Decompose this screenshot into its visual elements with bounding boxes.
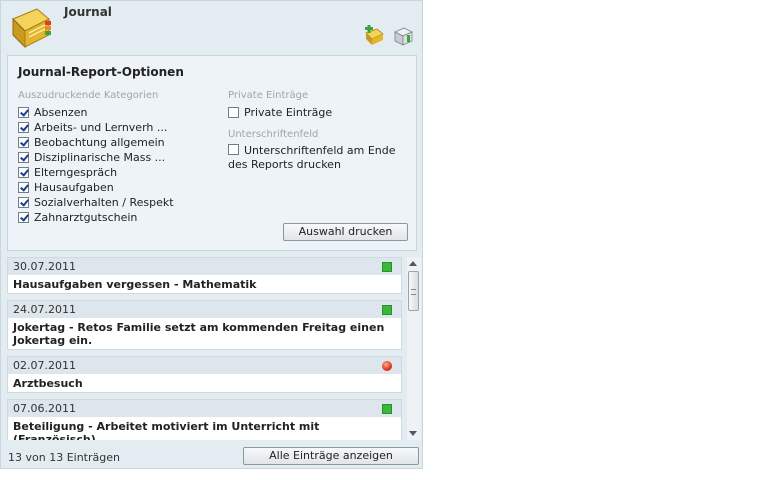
checkbox[interactable] xyxy=(18,136,29,148)
list-scrollbar[interactable] xyxy=(407,257,421,440)
checkbox-label: Zahnarztgutschein xyxy=(34,210,138,224)
scroll-down-icon[interactable] xyxy=(409,431,417,436)
list-item[interactable]: 24.07.2011 Jokertag - Retos Familie setz… xyxy=(7,300,402,350)
print-selection-button[interactable]: Auswahl drucken xyxy=(283,223,408,241)
checkbox[interactable] xyxy=(18,166,29,178)
checkbox[interactable] xyxy=(18,121,29,133)
checkbox[interactable] xyxy=(228,106,239,118)
status-red-icon xyxy=(382,361,392,371)
entry-date-row: 07.06.2011 xyxy=(8,400,401,417)
list-item[interactable]: 02.07.2011 Arztbesuch xyxy=(7,356,402,393)
entry-count: 13 von 13 Einträgen xyxy=(8,451,120,464)
checkbox-label: Elterngespräch xyxy=(34,165,118,179)
report-options-box: Journal-Report-Optionen Auszudruckende K… xyxy=(7,55,417,251)
category-checkbox-arbeits[interactable]: Arbeits- und Lernverh ... xyxy=(18,120,167,134)
category-checkbox-absenzen[interactable]: Absenzen xyxy=(18,105,88,119)
entry-text: Beteiligung - Arbeitet motiviert im Unte… xyxy=(13,420,320,440)
list-item[interactable]: 07.06.2011 Beteiligung - Arbeitet motivi… xyxy=(7,399,402,440)
entry-date: 02.07.2011 xyxy=(13,359,76,372)
print-icon[interactable] xyxy=(392,25,414,47)
panel-title: Journal xyxy=(64,5,112,19)
journal-panel: Journal Journal-Report-Optionen Auszudru… xyxy=(0,0,423,469)
entry-date: 30.07.2011 xyxy=(13,260,76,273)
entry-text: Jokertag - Retos Familie setzt am kommen… xyxy=(13,321,385,347)
entry-date-row: 30.07.2011 xyxy=(8,258,401,275)
scroll-thumb[interactable] xyxy=(408,271,419,311)
options-heading: Journal-Report-Optionen xyxy=(18,65,184,79)
checkbox[interactable] xyxy=(18,211,29,223)
journal-entry-list: 30.07.2011 Hausaufgaben vergessen - Math… xyxy=(7,257,403,440)
checkbox-label: Hausaufgaben xyxy=(34,180,114,194)
checkbox-label: Arbeits- und Lernverh ... xyxy=(34,120,168,134)
checkbox[interactable] xyxy=(18,181,29,193)
scroll-up-icon[interactable] xyxy=(409,261,417,266)
categories-label: Auszudruckende Kategorien xyxy=(18,90,159,101)
entry-date-row: 24.07.2011 xyxy=(8,301,401,318)
checkbox-label: Beobachtung allgemein xyxy=(34,135,165,149)
entry-text: Arztbesuch xyxy=(13,377,83,390)
checkbox-label: Private Einträge xyxy=(244,105,333,119)
status-green-icon xyxy=(382,305,392,315)
add-entry-icon[interactable] xyxy=(363,25,385,47)
list-item[interactable]: 30.07.2011 Hausaufgaben vergessen - Math… xyxy=(7,257,402,294)
signature-field-checkbox-label: Unterschriftenfeld am Ende des Reports d… xyxy=(228,144,396,171)
category-checkbox-beobachtung[interactable]: Beobachtung allgemein xyxy=(18,135,165,149)
journal-book-icon xyxy=(12,8,51,49)
checkbox-label: Sozialverhalten / Respekt xyxy=(34,195,174,209)
checkbox-label: Disziplinarische Mass ... xyxy=(34,150,166,164)
entry-date-row: 02.07.2011 xyxy=(8,357,401,374)
status-green-icon xyxy=(382,404,392,414)
category-checkbox-zahnarzt[interactable]: Zahnarztgutschein xyxy=(18,210,137,224)
entry-text: Hausaufgaben vergessen - Mathematik xyxy=(13,278,257,291)
category-checkbox-disziplinarische[interactable]: Disziplinarische Mass ... xyxy=(18,150,165,164)
status-green-icon xyxy=(382,262,392,272)
checkbox-label: Absenzen xyxy=(34,105,88,119)
category-checkbox-sozialverhalten[interactable]: Sozialverhalten / Respekt xyxy=(18,195,174,209)
category-checkbox-hausaufgaben[interactable]: Hausaufgaben xyxy=(18,180,114,194)
category-checkbox-elterngespraech[interactable]: Elterngespräch xyxy=(18,165,117,179)
show-all-entries-button[interactable]: Alle Einträge anzeigen xyxy=(243,447,419,465)
entry-date: 07.06.2011 xyxy=(13,402,76,415)
checkbox[interactable] xyxy=(18,106,29,118)
checkbox[interactable] xyxy=(18,196,29,208)
private-entries-checkbox[interactable]: Private Einträge xyxy=(228,105,332,119)
signature-field-label: Unterschriftenfeld xyxy=(228,129,319,140)
checkbox[interactable] xyxy=(18,151,29,163)
private-entries-label: Private Einträge xyxy=(228,90,309,101)
entry-date: 24.07.2011 xyxy=(13,303,76,316)
